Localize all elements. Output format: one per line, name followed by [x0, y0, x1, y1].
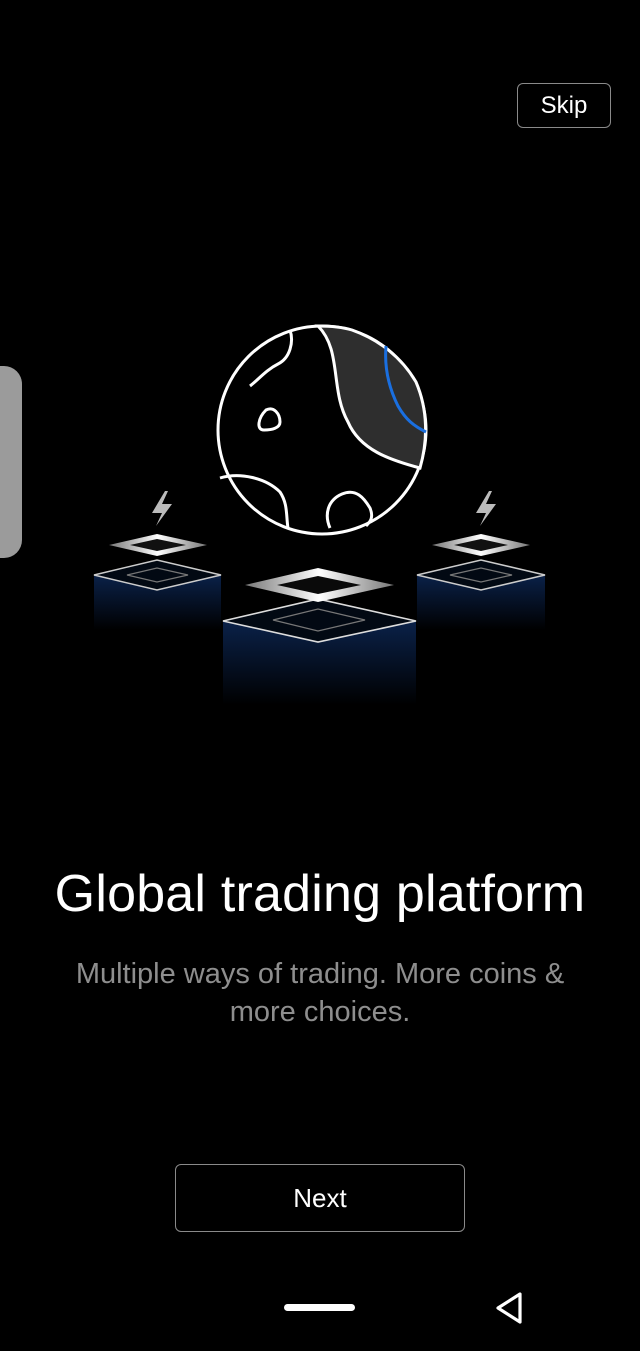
- next-button[interactable]: Next: [175, 1164, 465, 1232]
- right-platform: [416, 491, 546, 630]
- home-indicator[interactable]: [284, 1304, 355, 1311]
- back-triangle-icon[interactable]: [494, 1291, 524, 1325]
- right-lightning-icon: [476, 491, 496, 526]
- next-label: Next: [293, 1182, 347, 1213]
- onboarding-subtitle: Multiple ways of trading. More coins & m…: [75, 958, 565, 1028]
- skip-label: Skip: [540, 91, 588, 119]
- left-lightning-icon: [152, 491, 172, 526]
- onboarding-title: Global trading platform: [54, 865, 586, 923]
- globe-icon: [216, 324, 428, 536]
- globe-platforms-illustration: [80, 310, 560, 710]
- left-platform: [93, 491, 222, 630]
- center-platform: [222, 568, 417, 708]
- edge-panel-handle[interactable]: [0, 366, 22, 558]
- skip-button[interactable]: Skip: [517, 83, 611, 128]
